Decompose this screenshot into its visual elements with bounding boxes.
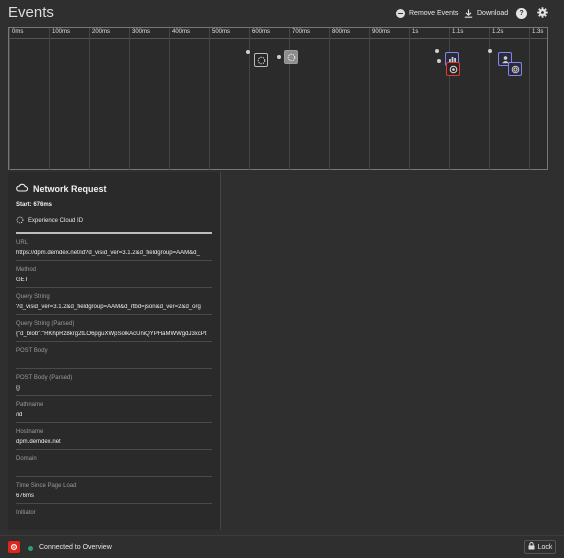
event-marker-dot[interactable]: [488, 49, 492, 53]
remove-events-label: Remove Events: [409, 9, 459, 17]
timeline-tick: 900ms: [369, 28, 390, 170]
detail-field: Query String (Parsed) {"d_blob":"RKhpRz8k…: [16, 315, 212, 342]
detail-field: POST Body (Parsed) {}: [16, 369, 212, 396]
field-value[interactable]: GET: [16, 277, 212, 283]
event-marker-dot[interactable]: [437, 59, 441, 63]
field-value[interactable]: ?d_visid_ver=3.1.2&d_fieldgroup=AAM&d_rt…: [16, 304, 212, 310]
field-value[interactable]: 676ms: [16, 493, 212, 499]
status-bar: Connected to Overview Lock: [0, 535, 564, 558]
event-marker-dot[interactable]: [435, 49, 439, 53]
detail-field: POST Body: [16, 342, 212, 369]
tick-label: 500ms: [212, 29, 231, 35]
timeline-tick: 600ms: [249, 28, 270, 170]
settings-button[interactable]: [537, 5, 548, 21]
field-value[interactable]: /id: [16, 412, 212, 418]
tick-label: 100ms: [52, 29, 71, 35]
tick-label: 600ms: [252, 29, 271, 35]
timeline-tick: 400ms: [169, 28, 190, 170]
timeline-tick: 800ms: [329, 28, 350, 170]
gear-icon: [537, 6, 548, 20]
detail-field: Initiator: [16, 504, 212, 530]
detail-field: Pathname/id: [16, 396, 212, 423]
detail-field: Query String ?d_visid_ver=3.1.2&d_fieldgr…: [16, 288, 212, 315]
detail-field: Time Since Page Load 676ms: [16, 477, 212, 504]
event-marker-dot[interactable]: [246, 50, 250, 54]
tick-label: 700ms: [292, 29, 311, 35]
field-label: Query String (Parsed): [16, 321, 75, 327]
field-label: Time Since Page Load: [16, 483, 77, 489]
tick-label: 200ms: [92, 29, 111, 35]
detail-field: URL https://dpm.demdex.net/id?d_visid_ver…: [16, 234, 212, 261]
timeline-tick: 1.1s: [449, 28, 463, 170]
field-label: Hostname: [16, 429, 44, 435]
tick-label: 1s: [412, 29, 419, 35]
event-experience-cloud[interactable]: [508, 62, 522, 76]
field-label: Query String: [16, 294, 50, 300]
page-title: Events: [8, 4, 54, 21]
adobe-logo-icon: [8, 541, 20, 553]
experience-cloud-id-icon: [16, 216, 24, 226]
remove-events-button[interactable]: Remove Events: [396, 5, 458, 21]
tick-label: 900ms: [372, 29, 391, 35]
tick-label: 1.2s: [492, 29, 504, 35]
help-icon: ?: [516, 7, 527, 19]
field-label: POST Body: [16, 348, 48, 354]
timeline-tick: 1.3s: [529, 28, 543, 170]
field-label: Domain: [16, 456, 37, 462]
experience-cloud-id-icon: [257, 56, 265, 64]
download-icon: [464, 9, 473, 18]
solution-name: Experience Cloud ID: [28, 218, 84, 224]
target-icon: [449, 65, 457, 73]
detail-field: Hostname dpm.demdex.net: [16, 423, 212, 450]
field-list: URL https://dpm.demdex.net/id?d_visid_ver…: [16, 234, 212, 530]
event-target[interactable]: [446, 62, 460, 76]
cloud-icon: [16, 183, 29, 194]
tick-label: 400ms: [172, 29, 191, 35]
timeline-tick: 500ms: [209, 28, 230, 170]
start-time: Start: 676ms: [16, 202, 53, 208]
field-value[interactable]: https://dpm.demdex.net/id?d_visid_ver=3.…: [16, 250, 212, 256]
tick-label: 300ms: [132, 29, 151, 35]
field-value[interactable]: {}: [16, 385, 212, 391]
field-label: URL: [16, 240, 29, 246]
tick-label: 800ms: [332, 29, 351, 35]
event-detail-panel: Network Request Start: 676ms Experience …: [8, 172, 220, 530]
tick-label: 1.3s: [532, 29, 544, 35]
lock-label: Lock: [537, 543, 553, 551]
download-label: Download: [477, 9, 509, 17]
field-label: Initiator: [16, 510, 36, 516]
lock-icon: [528, 542, 535, 552]
timeline-tick: 100ms: [49, 28, 70, 170]
help-button[interactable]: ?: [516, 5, 527, 21]
field-label: POST Body (Parsed): [16, 375, 73, 381]
detail-field: Domain: [16, 450, 212, 477]
timeline-tick: 1s: [409, 28, 418, 170]
experience-cloud-icon: [511, 65, 519, 73]
tick-label: 1.1s: [452, 29, 464, 35]
panel-title: Network Request: [33, 183, 107, 194]
timeline-tick: 300ms: [129, 28, 150, 170]
download-button[interactable]: Download: [464, 5, 508, 21]
detail-field: Method GET: [16, 261, 212, 288]
solution-row: Experience Cloud ID: [16, 216, 212, 234]
timeline-tick: 0ms: [9, 28, 23, 170]
panel-header: Network Request: [16, 183, 212, 194]
tick-label: 0ms: [12, 29, 24, 35]
field-value[interactable]: dpm.demdex.net: [16, 439, 212, 445]
event-timeline: 0ms 100ms 200ms 300ms 400ms 500ms 600ms 700ms 80…: [8, 27, 548, 170]
event-marker-dot[interactable]: [277, 55, 281, 59]
panel-divider: [220, 172, 221, 530]
event-experience-cloud-id[interactable]: [254, 53, 268, 67]
field-label: Method: [16, 267, 37, 273]
remove-icon: [396, 8, 405, 18]
experience-cloud-id-icon: [287, 53, 295, 61]
field-value[interactable]: {"d_blob":"RKhpRz8krg2tLO6pguXWpSolkAcUn…: [16, 331, 212, 337]
toolbar: Events Remove Events Download ?: [0, 0, 564, 25]
event-selected[interactable]: [284, 50, 298, 64]
connection-status-icon: [28, 546, 33, 551]
field-label: Pathname: [16, 402, 44, 408]
connection-status: Connected to Overview: [39, 544, 112, 551]
lock-button[interactable]: Lock: [524, 540, 556, 554]
timeline-tick: 200ms: [89, 28, 110, 170]
